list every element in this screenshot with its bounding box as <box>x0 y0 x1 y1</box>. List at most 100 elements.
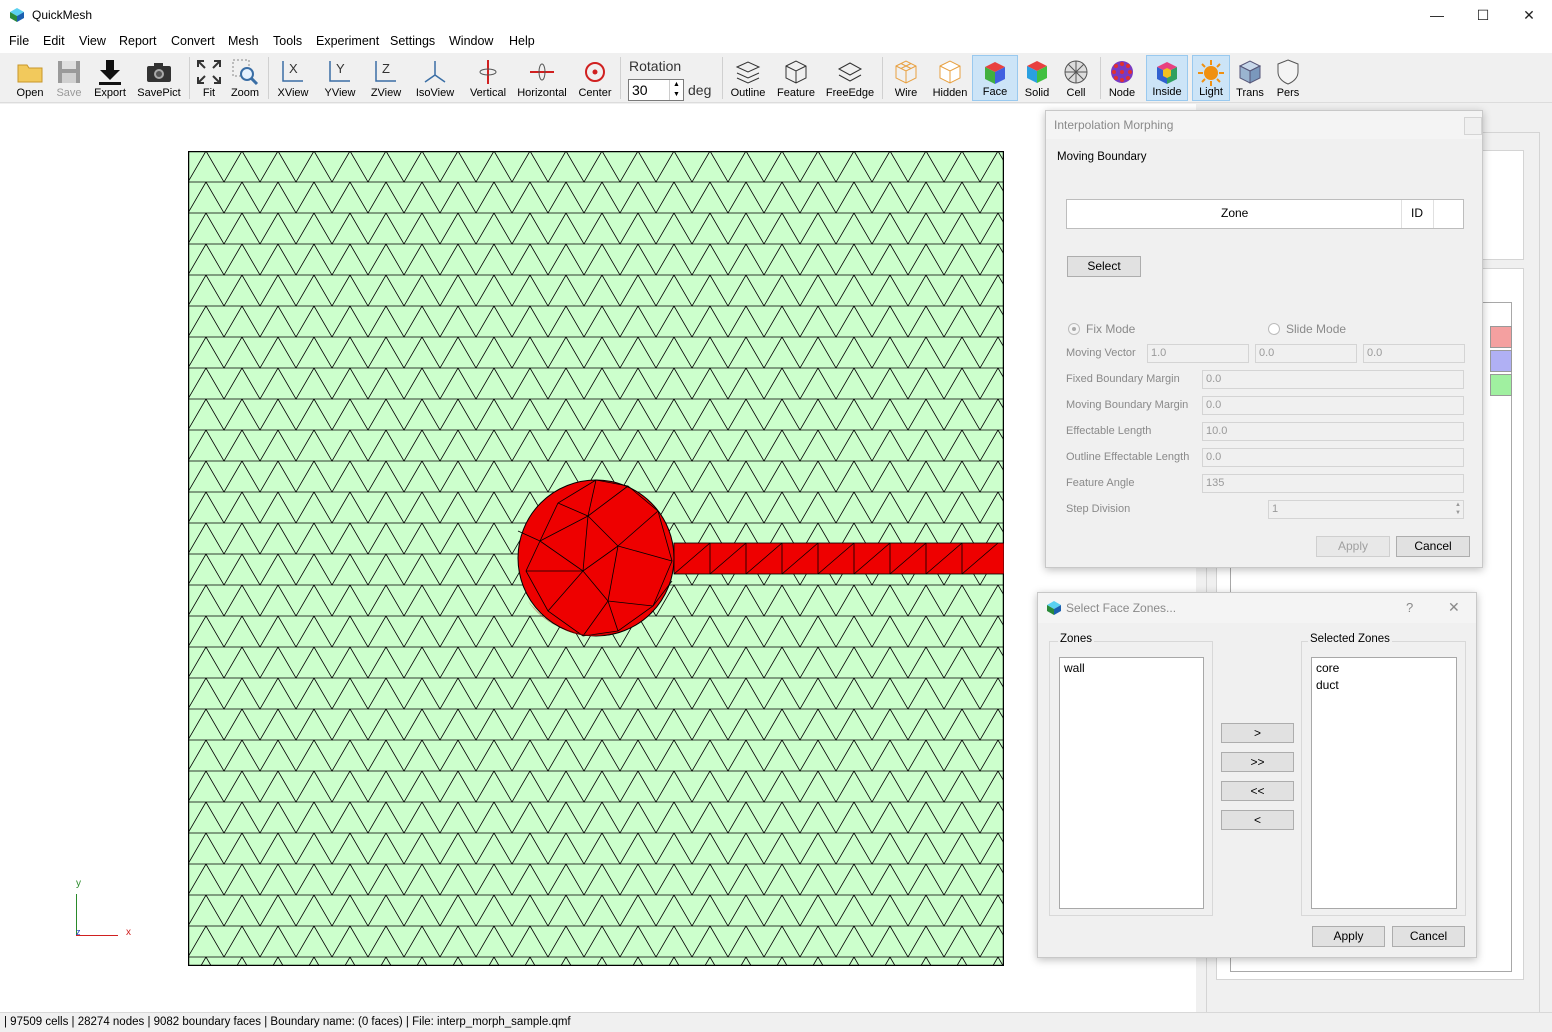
menu-settings[interactable]: Settings <box>390 34 435 48</box>
spin-arrows-icon[interactable]: ▲ ▼ <box>1455 501 1461 517</box>
zview-label: ZView <box>370 87 402 99</box>
savepict-button[interactable]: SavePict <box>136 55 182 101</box>
outline-effectable-length-input[interactable]: 0.0 <box>1202 448 1464 467</box>
list-item[interactable]: core <box>1316 661 1339 675</box>
effectable-length-input[interactable]: 10.0 <box>1202 422 1464 441</box>
export-button[interactable]: Export <box>90 55 130 101</box>
dialog-close-button[interactable] <box>1464 117 1482 135</box>
floppy-icon <box>58 61 80 83</box>
freeedge-button[interactable]: FreeEdge <box>824 55 876 101</box>
hidden-button[interactable]: Hidden <box>928 55 972 101</box>
dialog-close-button[interactable]: ✕ <box>1448 599 1460 616</box>
menu-mesh[interactable]: Mesh <box>228 34 259 48</box>
zone-table[interactable]: Zone ID <box>1066 199 1464 229</box>
moving-boundary-margin-input[interactable]: 0.0 <box>1202 396 1464 415</box>
moving-vector-x-input[interactable]: 1.0 <box>1147 344 1249 363</box>
rotation-stepper[interactable]: ▲ ▼ <box>669 80 683 100</box>
menu-experiment[interactable]: Experiment <box>316 34 379 48</box>
light-label: Light <box>1199 86 1223 98</box>
camera-icon <box>147 63 171 82</box>
moving-vector-z-input[interactable]: 0.0 <box>1363 344 1465 363</box>
close-button[interactable]: ✕ <box>1506 0 1552 31</box>
toolbar: Open Save Export SavePict Fit Zoom X XVi… <box>0 53 1552 103</box>
toolbar-separator <box>268 57 269 99</box>
zoom-button[interactable]: Zoom <box>228 55 262 101</box>
menu-window[interactable]: Window <box>449 34 493 48</box>
vertical-rotate-icon <box>479 60 497 84</box>
svg-text:X: X <box>289 61 298 76</box>
minimize-button[interactable]: — <box>1414 0 1460 31</box>
shield-icon <box>1277 59 1299 85</box>
open-button[interactable]: Open <box>10 55 50 101</box>
fixed-boundary-margin-input[interactable]: 0.0 <box>1202 370 1464 389</box>
inside-button[interactable]: Inside <box>1146 55 1188 101</box>
fit-button[interactable]: Fit <box>194 55 224 101</box>
isoview-button[interactable]: IsoView <box>412 55 458 101</box>
zones-listbox[interactable]: wall <box>1059 657 1204 909</box>
list-item[interactable]: duct <box>1316 678 1339 692</box>
face-button[interactable]: Face <box>972 55 1018 101</box>
xview-button[interactable]: X XView <box>274 55 312 101</box>
cell-button[interactable]: Cell <box>1058 55 1094 101</box>
zoom-icon <box>232 59 259 86</box>
add-zone-button[interactable]: > <box>1221 723 1294 743</box>
zone-column-header[interactable]: Zone <box>1221 206 1248 220</box>
toolbar-separator <box>722 57 723 99</box>
add-all-zones-button[interactable]: >> <box>1221 752 1294 772</box>
dialog-titlebar[interactable]: Select Face Zones... ? ✕ <box>1038 593 1476 623</box>
remove-zone-button[interactable]: < <box>1221 810 1294 830</box>
mesh-viewport[interactable]: y x z <box>0 104 1196 1012</box>
vertical-button[interactable]: Vertical <box>466 55 510 101</box>
zone-color-swatch[interactable] <box>1490 326 1512 348</box>
dialog-title: Select Face Zones... <box>1066 601 1177 615</box>
remove-all-zones-button[interactable]: << <box>1221 781 1294 801</box>
zone-color-swatch[interactable] <box>1490 374 1512 396</box>
id-column-header[interactable]: ID <box>1411 206 1423 220</box>
outline-label: Outline <box>730 87 766 99</box>
menu-file[interactable]: File <box>9 34 29 48</box>
mesh-canvas[interactable] <box>188 151 1004 966</box>
outline-button[interactable]: Outline <box>728 55 768 101</box>
zone-color-swatch[interactable] <box>1490 350 1512 372</box>
list-item[interactable]: wall <box>1064 661 1085 675</box>
svg-text:Z: Z <box>382 61 390 76</box>
maximize-button[interactable]: ☐ <box>1460 0 1506 31</box>
selected-zones-listbox[interactable]: core duct <box>1311 657 1457 909</box>
horizontal-button[interactable]: Horizontal <box>514 55 570 101</box>
yview-button[interactable]: Y YView <box>320 55 360 101</box>
dialog-titlebar[interactable]: Interpolation Morphing <box>1046 111 1482 139</box>
zview-button[interactable]: Z ZView <box>366 55 406 101</box>
fix-mode-radio[interactable] <box>1068 323 1080 335</box>
select-apply-button[interactable]: Apply <box>1312 926 1385 947</box>
feature-angle-input[interactable]: 135 <box>1202 474 1464 493</box>
rotation-spinbox[interactable]: 30 ▲ ▼ <box>628 79 684 101</box>
save-button[interactable]: Save <box>50 55 88 101</box>
menu-view[interactable]: View <box>79 34 106 48</box>
moving-vector-y-input[interactable]: 0.0 <box>1255 344 1357 363</box>
menu-help[interactable]: Help <box>509 34 535 48</box>
light-button[interactable]: Light <box>1192 55 1230 101</box>
menu-report[interactable]: Report <box>119 34 157 48</box>
help-button[interactable]: ? <box>1406 600 1413 615</box>
interp-apply-button[interactable]: Apply <box>1316 536 1390 557</box>
menu-convert[interactable]: Convert <box>171 34 215 48</box>
menu-tools[interactable]: Tools <box>273 34 302 48</box>
interp-cancel-button[interactable]: Cancel <box>1396 536 1470 557</box>
select-button[interactable]: Select <box>1067 256 1141 277</box>
feature-cube-icon <box>785 60 807 84</box>
step-division-spinbox[interactable]: 1 ▲ ▼ <box>1268 500 1464 519</box>
select-cancel-button[interactable]: Cancel <box>1392 926 1465 947</box>
menu-edit[interactable]: Edit <box>43 34 65 48</box>
inside-cube-icon <box>1157 62 1177 84</box>
feature-button[interactable]: Feature <box>774 55 818 101</box>
solid-button[interactable]: Solid <box>1020 55 1054 101</box>
solid-cube-icon <box>1027 61 1047 83</box>
slide-mode-radio[interactable] <box>1268 323 1280 335</box>
wire-button[interactable]: Wire <box>888 55 924 101</box>
yview-label: YView <box>324 87 356 99</box>
pers-button[interactable]: Pers <box>1270 55 1306 101</box>
center-button[interactable]: Center <box>576 55 614 101</box>
trans-button[interactable]: Trans <box>1232 55 1268 101</box>
status-text: | 97509 cells | 28274 nodes | 9082 bound… <box>4 1016 571 1028</box>
node-button[interactable]: Node <box>1104 55 1140 101</box>
